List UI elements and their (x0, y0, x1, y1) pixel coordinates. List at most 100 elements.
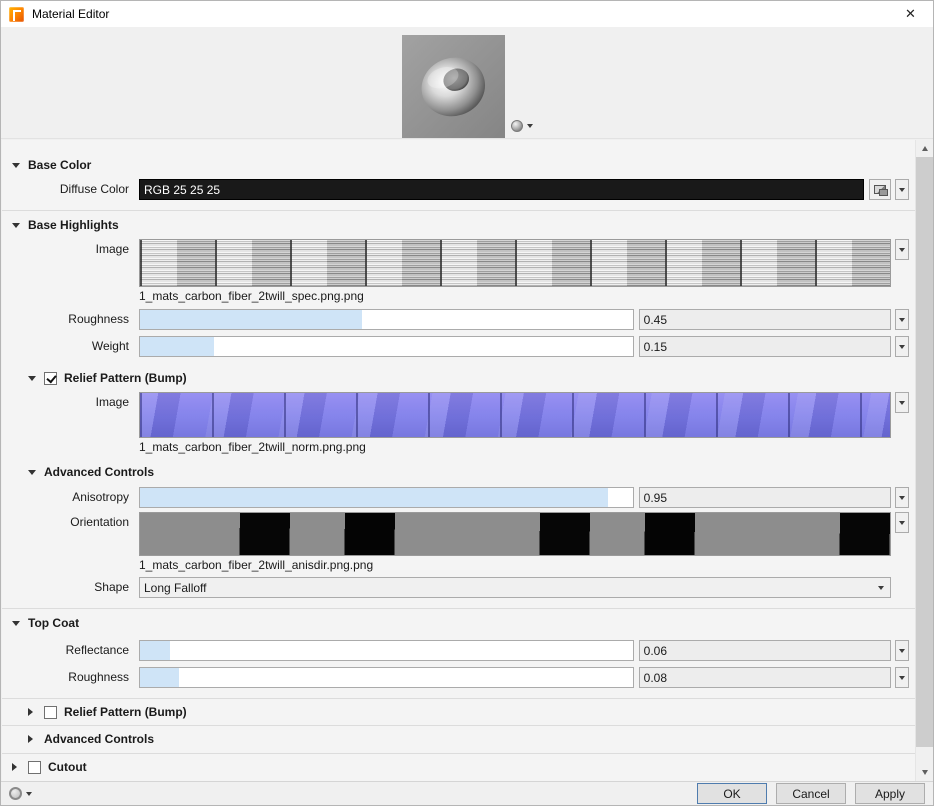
texture-map-icon (874, 185, 888, 196)
field-label: Image (95, 395, 129, 409)
anisotropy-value-field[interactable]: 0.95 (638, 487, 891, 508)
chevron-down-icon (899, 675, 905, 680)
section-header-base-color[interactable]: Base Color (2, 156, 915, 174)
orientation-filename-row: 1_mats_carbon_fiber_2twill_anisdir.png.p… (2, 558, 915, 573)
highlight-image-filename-row: 1_mats_carbon_fiber_2twill_spec.png.png (2, 289, 915, 304)
relief-bump-checkbox[interactable] (44, 371, 57, 385)
texture-filename: 1_mats_carbon_fiber_2twill_spec.png.png (139, 289, 364, 303)
properties-panel: Base Color Diffuse Color RGB 25 25 25 Ba… (2, 140, 933, 781)
highlight-image-options-button[interactable] (895, 239, 909, 260)
anisotropy-direction-texture-strip[interactable] (139, 512, 891, 556)
separator (2, 753, 915, 754)
field-label: Roughness (68, 670, 129, 684)
highlight-image-row: Image (2, 239, 915, 287)
diffuse-color-row: Diffuse Color RGB 25 25 25 (2, 179, 915, 200)
anisotropy-slider[interactable] (139, 487, 634, 508)
section-header-base-highlights[interactable]: Base Highlights (2, 216, 915, 234)
roughness-slider[interactable] (139, 309, 634, 330)
texture-map-button[interactable] (869, 179, 891, 200)
diffuse-color-value: RGB 25 25 25 (144, 182, 221, 197)
sphere-icon (9, 787, 22, 800)
texture-filename: 1_mats_carbon_fiber_2twill_anisdir.png.p… (139, 558, 374, 572)
window-title: Material Editor (32, 7, 110, 21)
preview-options-button[interactable] (9, 787, 32, 800)
sphere-icon (510, 120, 523, 132)
section-header-cutout[interactable]: Cutout (2, 758, 915, 776)
slider-fill (140, 337, 214, 356)
field-label: Diffuse Color (59, 182, 129, 196)
diffuse-options-button[interactable] (895, 179, 909, 200)
torus-preview-image (401, 35, 505, 138)
section-title: Cutout (48, 760, 87, 774)
slider-fill (140, 641, 170, 660)
chevron-down-icon (899, 344, 905, 349)
separator (2, 725, 915, 726)
relief-bump2-checkbox[interactable] (44, 705, 57, 719)
normal-texture-strip[interactable] (139, 392, 891, 438)
diffuse-color-swatch[interactable]: RGB 25 25 25 (139, 179, 864, 200)
weight-options-button[interactable] (895, 336, 909, 357)
shape-select[interactable]: Long Falloff (139, 577, 891, 598)
bump-image-filename-row: 1_mats_carbon_fiber_2twill_norm.png.png (2, 440, 915, 455)
topcoat-roughness-slider[interactable] (139, 667, 634, 688)
field-label: Weight (91, 339, 129, 353)
orientation-options-button[interactable] (895, 512, 909, 533)
collapsed-triangle-icon (28, 735, 33, 743)
section-header-advanced-controls[interactable]: Advanced Controls (2, 463, 915, 481)
reflectance-row: Reflectance 0.06 (2, 640, 915, 661)
reflectance-slider[interactable] (139, 640, 634, 661)
section-title: Relief Pattern (Bump) (64, 705, 187, 719)
titlebar: Material Editor ✕ (1, 1, 933, 27)
topcoat-roughness-options-button[interactable] (895, 667, 909, 688)
section-header-advanced-controls-collapsed[interactable]: Advanced Controls (2, 730, 915, 748)
separator (2, 698, 915, 699)
chevron-down-icon (26, 791, 32, 796)
close-button[interactable]: ✕ (888, 1, 933, 27)
anisotropy-options-button[interactable] (895, 487, 909, 508)
section-title: Top Coat (28, 616, 80, 630)
vertical-scrollbar[interactable] (915, 140, 933, 781)
weight-slider[interactable] (139, 336, 634, 357)
footer: OK Cancel Apply (1, 781, 933, 805)
field-label: Reflectance (65, 643, 129, 657)
expanded-triangle-icon (12, 162, 20, 168)
section-header-relief-bump-collapsed[interactable]: Relief Pattern (Bump) (2, 703, 915, 721)
preview-shape-button[interactable] (510, 120, 533, 132)
slider-fill (140, 488, 609, 507)
spec-texture-strip[interactable] (139, 239, 891, 287)
reflectance-value-field[interactable]: 0.06 (638, 640, 891, 661)
orientation-row: Orientation (2, 512, 915, 556)
scroll-up-icon (921, 146, 928, 151)
chevron-down-icon (899, 495, 905, 500)
cancel-button[interactable]: Cancel (776, 783, 846, 804)
reflectance-options-button[interactable] (895, 640, 909, 661)
scrollbar-thumb[interactable] (916, 157, 933, 747)
shape-row: Shape Long Falloff (2, 577, 915, 598)
anisotropy-row: Anisotropy 0.95 (2, 487, 915, 508)
close-icon: ✕ (905, 6, 916, 21)
highlight-roughness-row: Roughness 0.45 (2, 309, 915, 330)
material-preview-thumbnail[interactable] (401, 35, 505, 138)
chevron-down-icon (899, 648, 905, 653)
bump-image-options-button[interactable] (895, 392, 909, 413)
app-icon (9, 6, 24, 22)
chevron-down-icon (899, 520, 905, 525)
roughness-options-button[interactable] (895, 309, 909, 330)
separator (2, 210, 915, 211)
apply-button[interactable]: Apply (855, 783, 925, 804)
section-header-relief-bump[interactable]: Relief Pattern (Bump) (2, 369, 915, 387)
cutout-checkbox[interactable] (28, 760, 41, 774)
highlight-weight-row: Weight 0.15 (2, 336, 915, 357)
topcoat-roughness-value-field[interactable]: 0.08 (638, 667, 891, 688)
roughness-value-field[interactable]: 0.45 (638, 309, 891, 330)
scroll-up-button[interactable] (916, 140, 933, 157)
ok-button[interactable]: OK (697, 783, 767, 804)
weight-value-field[interactable]: 0.15 (638, 336, 891, 357)
expanded-triangle-icon (28, 469, 36, 475)
section-header-top-coat[interactable]: Top Coat (2, 614, 915, 632)
expanded-triangle-icon (28, 375, 36, 381)
field-label: Orientation (70, 515, 129, 529)
field-label: Roughness (68, 312, 129, 326)
bump-image-row: Image (2, 392, 915, 438)
scroll-down-button[interactable] (916, 764, 933, 781)
